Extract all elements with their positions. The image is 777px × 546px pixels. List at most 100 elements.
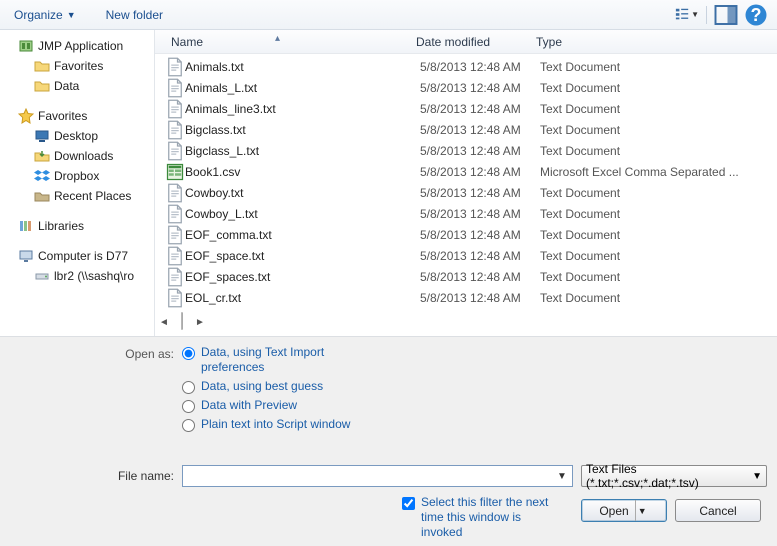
organize-dropdown-icon: ▼ <box>67 10 76 20</box>
open-as-option: Data, using Text Import preferences <box>182 345 371 375</box>
dropbox-icon <box>34 168 50 184</box>
file-row[interactable]: Animals.txt5/8/2013 12:48 AMText Documen… <box>159 56 777 77</box>
nav-recent-places[interactable]: Recent Places <box>4 186 154 206</box>
folder-icon <box>34 58 50 74</box>
nav-app-data[interactable]: Data <box>4 76 154 96</box>
txt-file-icon <box>165 141 185 161</box>
organize-button[interactable]: Organize ▼ <box>6 5 84 25</box>
col-date[interactable]: Date modified <box>410 35 530 49</box>
scroll-left-button[interactable]: ◄ <box>157 313 171 331</box>
file-row[interactable]: Cowboy_L.txt5/8/2013 12:48 AMText Docume… <box>159 203 777 224</box>
file-date: 5/8/2013 12:48 AM <box>420 228 540 242</box>
file-name: Animals.txt <box>185 60 420 74</box>
file-type-filter[interactable]: Text Files (*.txt;*.csv;*.dat;*.tsv) ▼ <box>581 465 767 487</box>
file-date: 5/8/2013 12:48 AM <box>420 165 540 179</box>
open-button-label: Open <box>599 504 628 518</box>
filename-dropdown-icon[interactable]: ▼ <box>554 468 570 484</box>
nav-dropbox[interactable]: Dropbox <box>4 166 154 186</box>
filter-text: Text Files (*.txt;*.csv;*.dat;*.tsv) <box>586 462 752 490</box>
file-date: 5/8/2013 12:48 AM <box>420 207 540 221</box>
sort-asc-icon: ▴ <box>275 33 280 44</box>
drive-icon <box>34 268 50 284</box>
file-date: 5/8/2013 12:48 AM <box>420 144 540 158</box>
nav-desktop[interactable]: Desktop <box>4 126 154 146</box>
col-name[interactable]: Name ▴ <box>165 35 410 49</box>
nav-app-favorites[interactable]: Favorites <box>4 56 154 76</box>
file-row[interactable]: EOF_comma.txt5/8/2013 12:48 AMText Docum… <box>159 224 777 245</box>
file-date: 5/8/2013 12:48 AM <box>420 81 540 95</box>
open-as-option: Data, using best guess <box>182 379 371 394</box>
open-button[interactable]: Open ▼ <box>581 499 667 522</box>
view-mode-button[interactable]: ▼ <box>675 3 699 27</box>
txt-file-icon <box>165 267 185 287</box>
file-row[interactable]: Animals_L.txt5/8/2013 12:48 AMText Docum… <box>159 77 777 98</box>
remember-filter-checkbox[interactable] <box>402 497 415 510</box>
file-type: Text Document <box>540 207 777 221</box>
nav-downloads[interactable]: Downloads <box>4 146 154 166</box>
nav-label: Desktop <box>54 129 98 143</box>
filename-row: File name: ▼ Text Files (*.txt;*.csv;*.d… <box>10 465 767 487</box>
file-name: EOF_space.txt <box>185 249 420 263</box>
nav-network-share[interactable]: lbr2 (\\sashq\ro <box>4 266 154 286</box>
csv-file-icon <box>165 162 185 182</box>
open-as-radio-label[interactable]: Data with Preview <box>201 398 297 413</box>
open-as-radio[interactable] <box>182 400 195 413</box>
file-row[interactable]: Book1.csv5/8/2013 12:48 AMMicrosoft Exce… <box>159 161 777 182</box>
file-date: 5/8/2013 12:48 AM <box>420 123 540 137</box>
help-button[interactable]: ? <box>744 3 768 27</box>
open-as-radio-label[interactable]: Plain text into Script window <box>201 417 350 432</box>
open-as-radio[interactable] <box>182 381 195 394</box>
nav-jmp-application[interactable]: JMP Application <box>4 36 154 56</box>
file-row[interactable]: Bigclass_L.txt5/8/2013 12:48 AMText Docu… <box>159 140 777 161</box>
new-folder-button[interactable]: New folder <box>98 5 171 25</box>
file-row[interactable]: EOF_spaces.txt5/8/2013 12:48 AMText Docu… <box>159 266 777 287</box>
open-as-radio[interactable] <box>182 347 195 360</box>
computer-icon <box>18 248 34 264</box>
cancel-button[interactable]: Cancel <box>675 499 761 522</box>
remember-filter-label[interactable]: Select this filter the next time this wi… <box>421 495 562 540</box>
file-row[interactable]: Bigclass.txt5/8/2013 12:48 AMText Docume… <box>159 119 777 140</box>
file-row[interactable]: EOF_space.txt5/8/2013 12:48 AMText Docum… <box>159 245 777 266</box>
horizontal-scrollbar[interactable] <box>181 312 183 330</box>
file-name: Animals_line3.txt <box>185 102 420 116</box>
open-as-label: Open as: <box>10 345 182 436</box>
col-type[interactable]: Type <box>530 35 777 49</box>
file-date: 5/8/2013 12:48 AM <box>420 291 540 305</box>
nav-favorites[interactable]: Favorites <box>4 106 154 126</box>
filename-input[interactable]: ▼ <box>182 465 573 487</box>
txt-file-icon <box>165 57 185 77</box>
scrollbar-thumb[interactable] <box>182 313 183 329</box>
file-name: EOF_comma.txt <box>185 228 420 242</box>
open-as-radio[interactable] <box>182 419 195 432</box>
open-as-radio-label[interactable]: Data, using best guess <box>201 379 323 394</box>
file-pane: Name ▴ Date modified Type Animals.txt5/8… <box>155 30 777 336</box>
txt-file-icon <box>165 225 185 245</box>
nav-label: Recent Places <box>54 189 131 203</box>
txt-file-icon <box>165 288 185 308</box>
desktop-icon <box>34 128 50 144</box>
file-row[interactable]: EOL_cr.txt5/8/2013 12:48 AMText Document <box>159 287 777 308</box>
file-row[interactable]: Animals_line3.txt5/8/2013 12:48 AMText D… <box>159 98 777 119</box>
scroll-right-button[interactable]: ► <box>193 313 207 331</box>
open-as-radio-label[interactable]: Data, using Text Import preferences <box>201 345 371 375</box>
open-as-group: Open as: Data, using Text Import prefere… <box>10 345 767 436</box>
nav-libraries[interactable]: Libraries <box>4 216 154 236</box>
file-type: Text Document <box>540 102 777 116</box>
txt-file-icon <box>165 246 185 266</box>
nav-label: JMP Application <box>38 39 123 53</box>
open-as-option: Data with Preview <box>182 398 371 413</box>
preview-pane-button[interactable] <box>714 3 738 27</box>
file-row[interactable]: Cowboy.txt5/8/2013 12:48 AMText Document <box>159 182 777 203</box>
filter-dropdown-icon: ▼ <box>752 471 762 482</box>
file-type: Text Document <box>540 60 777 74</box>
nav-label: Data <box>54 79 79 93</box>
open-split-dropdown-icon[interactable]: ▼ <box>635 500 649 521</box>
nav-label: Computer is D77 <box>38 249 128 263</box>
nav-computer[interactable]: Computer is D77 <box>4 246 154 266</box>
nav-tree[interactable]: JMP Application Favorites Data Favorites… <box>0 30 155 336</box>
filename-field[interactable] <box>183 466 552 486</box>
file-name: Bigclass_L.txt <box>185 144 420 158</box>
file-list[interactable]: Animals.txt5/8/2013 12:48 AMText Documen… <box>155 54 777 312</box>
folder-icon <box>34 78 50 94</box>
nav-label: Favorites <box>38 109 87 123</box>
